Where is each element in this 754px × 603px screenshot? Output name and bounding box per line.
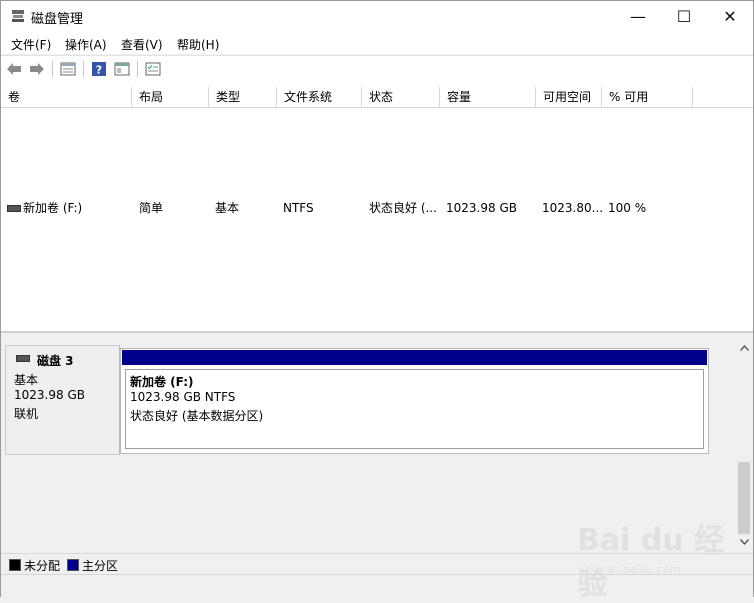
maximize-icon: ☐ xyxy=(676,7,692,26)
svg-text:?: ? xyxy=(96,64,102,77)
window-title: 磁盘管理 xyxy=(31,12,84,27)
scroll-up-button[interactable] xyxy=(736,339,753,356)
partition-status: 状态良好 (基本数据分区) xyxy=(130,409,264,423)
disk-management-window: 磁盘管理 — ☐ ✕ 文件(F) 操作(A) 查看(V) 帮助(H) ? 卷 布… xyxy=(0,0,754,602)
legend-label-primary: 主分区 xyxy=(82,559,119,573)
volume-list-pane: 卷 布局 类型 文件系统 状态 容量 可用空间 % 可用 新加卷 (F:) 简单… xyxy=(1,82,753,333)
toolbar-separator xyxy=(52,61,53,77)
title-bar: 磁盘管理 — ☐ ✕ xyxy=(1,1,753,32)
forward-button[interactable] xyxy=(28,60,46,78)
watermark-brand: Bai du 经验 xyxy=(577,523,725,602)
cell-volume: 新加卷 (F:) xyxy=(23,201,83,215)
menu-action[interactable]: 操作(A) xyxy=(65,36,107,53)
console-icon xyxy=(114,62,130,76)
toolbar-separator xyxy=(137,61,138,77)
legend-swatch-unallocated xyxy=(9,559,21,571)
partition-block[interactable]: 新加卷 (F:) 1023.98 GB NTFS 状态良好 (基本数据分区) xyxy=(120,348,709,454)
column-header-capacity[interactable]: 容量 xyxy=(440,87,536,107)
cell-percent-free: 100 % xyxy=(608,201,647,215)
partition-size-fs: 1023.98 GB NTFS xyxy=(130,390,236,404)
cell-capacity: 1023.98 GB xyxy=(446,201,517,215)
close-button[interactable]: ✕ xyxy=(707,1,753,32)
partition-name: 新加卷 (F:) xyxy=(130,375,194,389)
help-icon: ? xyxy=(92,62,106,77)
console-button[interactable] xyxy=(113,60,131,78)
close-icon: ✕ xyxy=(723,7,737,26)
back-button[interactable] xyxy=(5,60,23,78)
disk-type: 基本 xyxy=(14,373,39,387)
toolbar-separator xyxy=(83,61,84,77)
cell-type: 基本 xyxy=(215,201,240,215)
column-header-volume[interactable]: 卷 xyxy=(1,87,132,107)
minimize-button[interactable]: — xyxy=(615,1,661,32)
maximize-button[interactable]: ☐ xyxy=(661,1,707,32)
column-header-free-space[interactable]: 可用空间 xyxy=(536,87,602,107)
column-header-filesystem[interactable]: 文件系统 xyxy=(277,87,362,107)
disk-management-app-icon xyxy=(12,10,24,22)
arrow-right-icon xyxy=(30,63,44,75)
partition-details: 新加卷 (F:) 1023.98 GB NTFS 状态良好 (基本数据分区) xyxy=(125,369,704,449)
volume-table-header: 卷 布局 类型 文件系统 状态 容量 可用空间 % 可用 xyxy=(1,87,753,108)
disk-icon xyxy=(16,355,30,362)
properties-button[interactable] xyxy=(59,60,77,78)
cell-filesystem: NTFS xyxy=(283,201,314,215)
watermark-url: jingyan.baidu.com xyxy=(579,563,681,576)
column-header-layout[interactable]: 布局 xyxy=(132,87,209,107)
cell-layout: 简单 xyxy=(139,201,164,215)
checklist-button[interactable] xyxy=(144,60,162,78)
checklist-icon xyxy=(145,62,161,76)
disk-name: 磁盘 3 xyxy=(37,354,74,368)
properties-icon xyxy=(60,62,76,76)
legend-label-unallocated: 未分配 xyxy=(24,559,61,573)
column-header-status[interactable]: 状态 xyxy=(362,87,440,107)
menu-help[interactable]: 帮助(H) xyxy=(177,36,219,53)
column-header-type[interactable]: 类型 xyxy=(209,87,277,107)
primary-partition-bar xyxy=(122,350,707,365)
menu-file[interactable]: 文件(F) xyxy=(11,36,51,53)
chevron-up-icon xyxy=(740,344,749,351)
drive-icon xyxy=(7,205,21,212)
cell-free-space: 1023.80... xyxy=(542,201,604,215)
menu-bar: 文件(F) 操作(A) 查看(V) 帮助(H) xyxy=(1,32,753,54)
legend-swatch-primary xyxy=(67,559,79,571)
menu-view[interactable]: 查看(V) xyxy=(121,36,163,53)
disk-size: 1023.98 GB xyxy=(14,388,85,402)
baidu-watermark: Bai du 经验 jingyan.baidu.com xyxy=(577,515,747,602)
cell-status: 状态良好 (... xyxy=(369,201,437,215)
arrow-left-icon xyxy=(7,63,21,75)
erased-region xyxy=(1,108,753,196)
disk-info-panel[interactable]: 磁盘 3 基本 1023.98 GB 联机 xyxy=(5,345,120,455)
disk-state: 联机 xyxy=(14,407,39,421)
help-button[interactable]: ? xyxy=(90,60,108,78)
column-header-percent-free[interactable]: % 可用 xyxy=(602,87,693,107)
table-row[interactable]: 新加卷 (F:) 简单 基本 NTFS 状态良好 (... 1023.98 GB… xyxy=(1,199,753,217)
minimize-icon: — xyxy=(630,7,646,26)
toolbar: ? xyxy=(1,55,753,83)
